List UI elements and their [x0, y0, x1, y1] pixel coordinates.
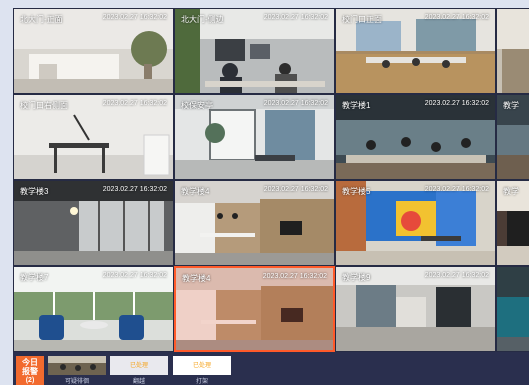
camera-tile-selected[interactable]: 教学楼4 2023.02.27 16:32:02: [174, 266, 335, 352]
camera-tile[interactable]: 校门口正面 2023.02.27 16:32:02: [335, 8, 496, 94]
camera-timestamp: 2023.02.27 16:32:02: [263, 14, 328, 21]
camera-name: 校门口正面: [342, 15, 382, 24]
camera-timestamp: 2023.02.27 16:32:02: [102, 100, 167, 107]
alarm-item[interactable]: 可疑徘徊: [48, 356, 106, 385]
camera-tile[interactable]: 校保安亭 2023.02.27 16:32:02: [174, 94, 335, 180]
camera-name: 教学: [503, 187, 519, 196]
camera-tile[interactable]: 北大门-正面 2023.02.27 16:32:02: [13, 8, 174, 94]
camera-grid: 北大门-正面 2023.02.27 16:32:02 北大门-侧边 2023.0…: [13, 8, 529, 352]
camera-timestamp: 2023.02.27 16:32:02: [424, 272, 489, 279]
camera-timestamp: 2023.02.27 16:32:02: [263, 186, 328, 193]
camera-name: 教学楼7: [20, 273, 49, 282]
camera-timestamp: 2023.02.27 16:32:02: [102, 186, 167, 193]
camera-timestamp: 2023.02.27 16:32:02: [102, 272, 167, 279]
camera-tile[interactable]: 北大门-侧边 2023.02.27 16:32:02: [174, 8, 335, 94]
camera-tile[interactable]: [496, 8, 529, 94]
camera-timestamp: 2023.02.27 16:32:02: [262, 273, 327, 280]
camera-feed-image: [497, 9, 529, 93]
today-alarm-badge[interactable]: 今日 报警 (2): [16, 356, 44, 385]
camera-name: 教学楼4: [181, 187, 210, 196]
camera-name: 校保安亭: [181, 101, 213, 110]
camera-name: 教学楼1: [342, 101, 371, 110]
camera-timestamp: 2023.02.27 16:32:02: [424, 14, 489, 21]
alarm-item[interactable]: 已处理 翻越: [110, 356, 168, 385]
alarm-bar: 今日 报警 (2) 可疑徘徊 已处理 翻越 已处理 打架: [13, 352, 529, 385]
alarm-caption: 可疑徘徊: [64, 379, 89, 385]
alarm-badge-line2: 报警: [22, 367, 38, 376]
camera-feed-image: [497, 267, 529, 351]
camera-name: 北大门-正面: [20, 15, 63, 24]
camera-name: 教学楼9: [342, 273, 371, 282]
camera-timestamp: 2023.02.27 16:32:02: [102, 14, 167, 21]
camera-name: 教学楼4: [182, 274, 211, 283]
camera-timestamp: 2023.02.27 16:32:02: [263, 100, 328, 107]
alarm-item[interactable]: 已处理 打架: [173, 356, 231, 385]
camera-name: 教学: [503, 101, 519, 110]
camera-tile[interactable]: 教学: [496, 94, 529, 180]
camera-name: 北大门-侧边: [181, 15, 224, 24]
camera-tile[interactable]: 教学楼7 2023.02.27 16:32:02: [13, 266, 174, 352]
camera-name: 教学楼3: [20, 187, 49, 196]
camera-tile[interactable]: 教学楼1 2023.02.27 16:32:02: [335, 94, 496, 180]
video-wall: 北大门-正面 2023.02.27 16:32:02 北大门-侧边 2023.0…: [13, 8, 529, 385]
camera-tile[interactable]: 教学: [496, 180, 529, 266]
alarm-count: (2): [25, 377, 35, 384]
camera-tile[interactable]: 教学楼9 2023.02.27 16:32:02: [335, 266, 496, 352]
camera-tile[interactable]: 教学楼3 2023.02.27 16:32:02: [13, 180, 174, 266]
alarm-status: 已处理: [192, 363, 211, 369]
alarm-caption: 翻越: [132, 379, 145, 385]
camera-name: 校门口右侧面: [20, 101, 68, 110]
alarm-thumbnail: [48, 356, 106, 375]
camera-tile[interactable]: 校门口右侧面 2023.02.27 16:32:02: [13, 94, 174, 180]
camera-tile[interactable]: 教学楼4 2023.02.27 16:32:02: [174, 180, 335, 266]
camera-tile[interactable]: [496, 266, 529, 352]
alarm-status: 已处理: [129, 363, 148, 369]
camera-timestamp: 2023.02.27 16:32:02: [424, 100, 489, 107]
camera-timestamp: 2023.02.27 16:32:02: [424, 186, 489, 193]
alarm-caption: 打架: [195, 379, 208, 385]
alarm-badge-line1: 今日: [22, 358, 38, 367]
camera-tile[interactable]: 教学楼5 2023.02.27 16:32:02: [335, 180, 496, 266]
camera-name: 教学楼5: [342, 187, 371, 196]
